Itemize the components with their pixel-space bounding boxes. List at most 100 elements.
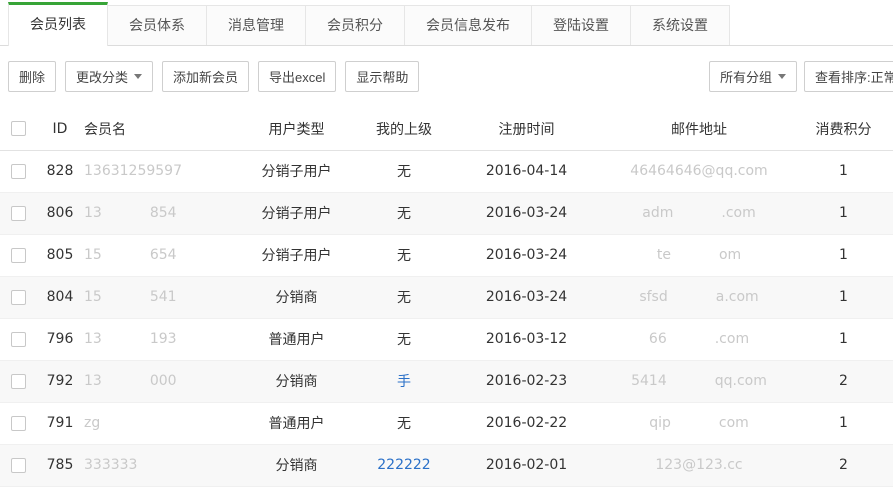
- all-groups-dropdown[interactable]: 所有分组: [709, 61, 797, 92]
- superior-value: 无: [397, 332, 411, 348]
- tab-member-points[interactable]: 会员积分: [305, 5, 405, 45]
- header-points: 消费积分: [794, 108, 893, 150]
- cell-id: 785: [36, 444, 84, 486]
- row-checkbox[interactable]: [11, 416, 26, 431]
- chevron-down-icon: [778, 74, 786, 79]
- header-user-type: 用户类型: [234, 108, 359, 150]
- cell-username: 13000: [84, 360, 234, 402]
- member-table: ID 会员名 用户类型 我的上级 注册时间 邮件地址 消费积分 828 1363…: [0, 108, 893, 487]
- row-checkbox[interactable]: [11, 248, 26, 263]
- add-member-button[interactable]: 添加新会员: [162, 61, 249, 92]
- table-header-row: ID 会员名 用户类型 我的上级 注册时间 邮件地址 消费积分: [0, 108, 893, 150]
- cell-reg-time: 2016-03-12: [449, 318, 604, 360]
- cell-username: 13854: [84, 192, 234, 234]
- row-checkbox[interactable]: [11, 164, 26, 179]
- cell-points: 1: [794, 150, 893, 192]
- table-row: 806 13854 分销子用户 无 2016-03-24 adm.com 1: [0, 192, 893, 234]
- cell-user-type: 分销商: [234, 360, 359, 402]
- tab-message-management[interactable]: 消息管理: [206, 5, 306, 45]
- cell-superior: 无: [359, 150, 449, 192]
- delete-button[interactable]: 删除: [8, 61, 56, 92]
- cell-points: 1: [794, 318, 893, 360]
- cell-username: 333333: [84, 444, 234, 486]
- row-checkbox[interactable]: [11, 206, 26, 221]
- cell-superior: 222222: [359, 444, 449, 486]
- cell-reg-time: 2016-04-14: [449, 150, 604, 192]
- header-reg-time: 注册时间: [449, 108, 604, 150]
- show-help-button[interactable]: 显示帮助: [345, 61, 419, 92]
- cell-points: 1: [794, 276, 893, 318]
- cell-user-type: 分销子用户: [234, 192, 359, 234]
- cell-user-type: 分销商: [234, 276, 359, 318]
- cell-points: 1: [794, 234, 893, 276]
- tab-system-settings[interactable]: 系统设置: [630, 5, 730, 45]
- cell-email: adm.com: [604, 192, 794, 234]
- table-row: 785 333333 分销商 222222 2016-02-01 123@123…: [0, 444, 893, 486]
- cell-username: 13193: [84, 318, 234, 360]
- superior-value: 无: [397, 164, 411, 180]
- change-category-label: 更改分类: [76, 67, 128, 86]
- cell-points: 1: [794, 192, 893, 234]
- select-all-checkbox[interactable]: [11, 121, 26, 136]
- table-row: 804 15541 分销商 无 2016-03-24 sfsda.com 1: [0, 276, 893, 318]
- header-username: 会员名: [84, 108, 234, 150]
- toolbar: 删除 更改分类 添加新会员 导出excel 显示帮助 所有分组 查看排序:正常排…: [0, 46, 893, 108]
- cell-superior: 无: [359, 276, 449, 318]
- table-row: 828 13631259597 分销子用户 无 2016-04-14 46464…: [0, 150, 893, 192]
- row-checkbox[interactable]: [11, 290, 26, 305]
- cell-id: 791: [36, 402, 84, 444]
- cell-reg-time: 2016-02-22: [449, 402, 604, 444]
- row-checkbox[interactable]: [11, 374, 26, 389]
- chevron-down-icon: [134, 74, 142, 79]
- tab-login-settings[interactable]: 登陆设置: [531, 5, 631, 45]
- superior-link[interactable]: 手: [397, 374, 411, 390]
- toolbar-right: 所有分组 查看排序:正常排序: [709, 61, 893, 92]
- table-row: 791 zg 普通用户 无 2016-02-22 qipcom 1: [0, 402, 893, 444]
- header-superior: 我的上级: [359, 108, 449, 150]
- cell-superior: 无: [359, 402, 449, 444]
- tab-member-list[interactable]: 会员列表: [8, 2, 108, 46]
- cell-reg-time: 2016-03-24: [449, 192, 604, 234]
- cell-username: zg: [84, 402, 234, 444]
- toolbar-left: 删除 更改分类 添加新会员 导出excel 显示帮助: [8, 61, 419, 92]
- all-groups-label: 所有分组: [720, 67, 772, 86]
- cell-username: 15541: [84, 276, 234, 318]
- cell-user-type: 普通用户: [234, 402, 359, 444]
- cell-superior: 无: [359, 234, 449, 276]
- cell-superior: 无: [359, 318, 449, 360]
- cell-id: 805: [36, 234, 84, 276]
- cell-points: 1: [794, 402, 893, 444]
- cell-id: 806: [36, 192, 84, 234]
- cell-email: 123@123.cc: [604, 444, 794, 486]
- tab-bar: 会员列表 会员体系 消息管理 会员积分 会员信息发布 登陆设置 系统设置: [0, 0, 893, 46]
- cell-user-type: 普通用户: [234, 318, 359, 360]
- cell-id: 828: [36, 150, 84, 192]
- superior-link[interactable]: 222222: [377, 457, 430, 473]
- table-row: 805 15654 分销子用户 无 2016-03-24 teom 1: [0, 234, 893, 276]
- view-sort-button[interactable]: 查看排序:正常排序: [804, 61, 893, 92]
- cell-email: sfsda.com: [604, 276, 794, 318]
- superior-value: 无: [397, 290, 411, 306]
- cell-reg-time: 2016-03-24: [449, 234, 604, 276]
- table-row: 792 13000 分销商 手 2016-02-23 5414qq.com 2: [0, 360, 893, 402]
- cell-superior: 无: [359, 192, 449, 234]
- row-checkbox[interactable]: [11, 458, 26, 473]
- cell-username: 13631259597: [84, 150, 234, 192]
- cell-email: 66.com: [604, 318, 794, 360]
- cell-username: 15654: [84, 234, 234, 276]
- cell-email: 46464646@qq.com: [604, 150, 794, 192]
- cell-points: 2: [794, 360, 893, 402]
- cell-superior: 手: [359, 360, 449, 402]
- cell-points: 2: [794, 444, 893, 486]
- row-checkbox[interactable]: [11, 332, 26, 347]
- superior-value: 无: [397, 248, 411, 264]
- cell-id: 804: [36, 276, 84, 318]
- export-excel-button[interactable]: 导出excel: [258, 61, 336, 92]
- tab-member-system[interactable]: 会员体系: [107, 5, 207, 45]
- change-category-button[interactable]: 更改分类: [65, 61, 153, 92]
- tab-member-info-publish[interactable]: 会员信息发布: [404, 5, 532, 45]
- header-id: ID: [36, 108, 84, 150]
- superior-value: 无: [397, 206, 411, 222]
- member-admin-page: 会员列表 会员体系 消息管理 会员积分 会员信息发布 登陆设置 系统设置 删除 …: [0, 0, 893, 490]
- superior-value: 无: [397, 416, 411, 432]
